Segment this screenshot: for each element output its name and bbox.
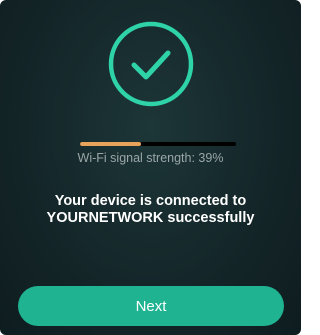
connection-message-line-1: Your device is connected to (54, 193, 247, 209)
connection-success-screen: Wi-Fi signal strength: 39% Your device i… (0, 0, 301, 335)
next-button[interactable]: Next (18, 286, 284, 326)
connection-message-line-2: YOURNETWORK successfully (46, 210, 255, 226)
signal-strength-fill (80, 142, 141, 146)
signal-strength-bar (80, 142, 236, 146)
signal-strength-label: Wi-Fi signal strength: 39% (77, 151, 224, 165)
checkmark-circle-icon (108, 21, 194, 107)
connection-message: Your device is connected to YOURNETWORK … (20, 193, 281, 227)
